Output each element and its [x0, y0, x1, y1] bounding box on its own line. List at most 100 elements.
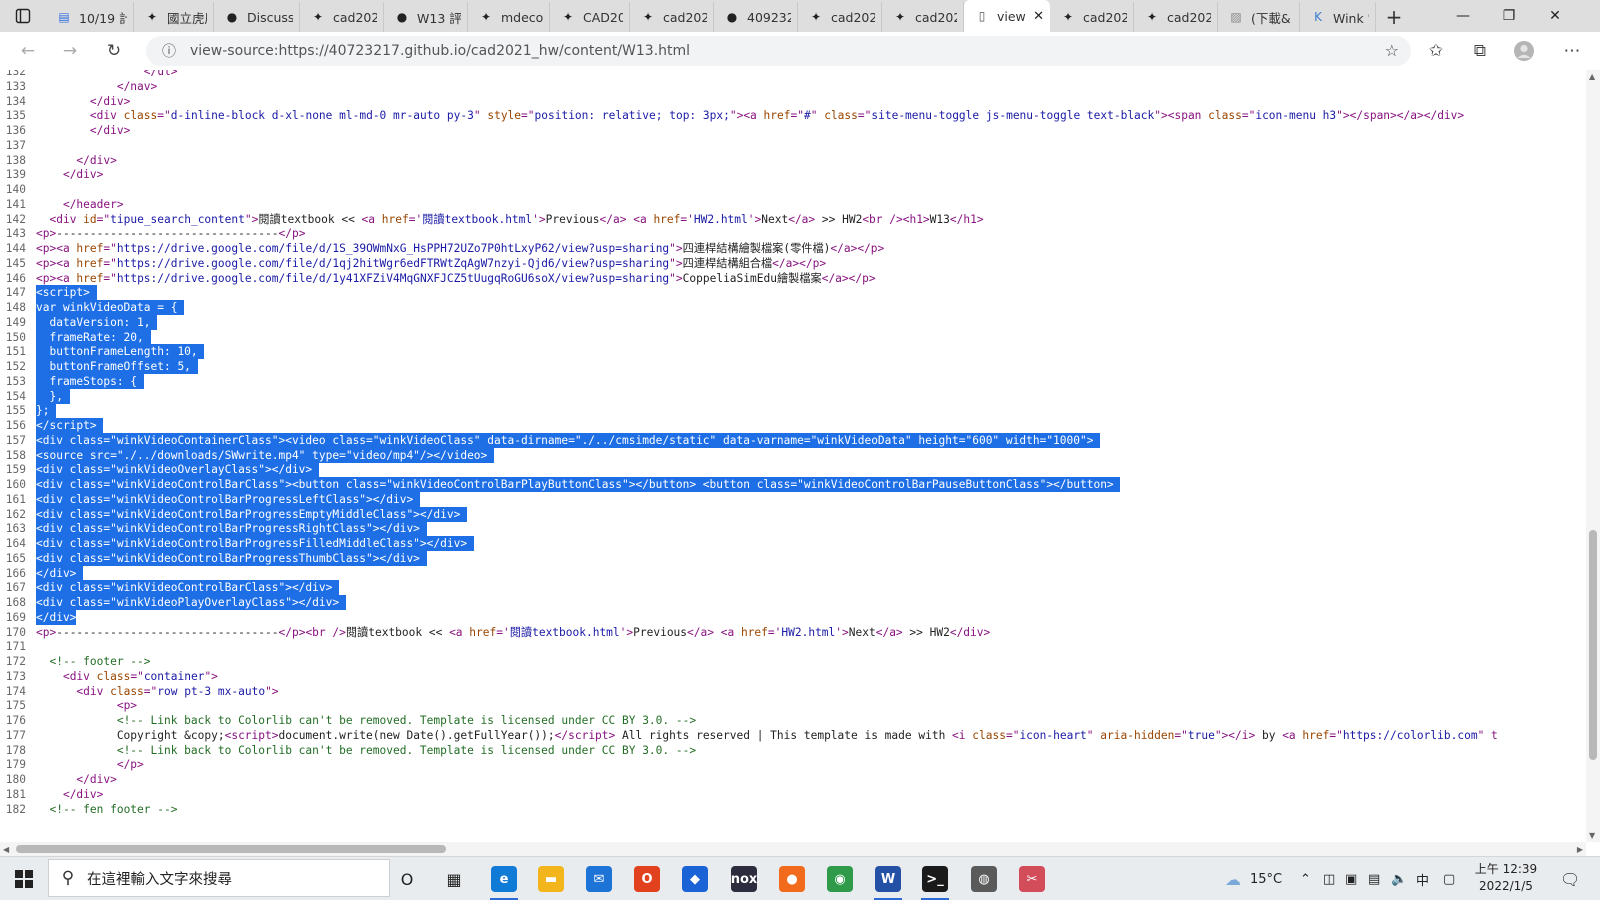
tab-15[interactable]: K Wink 電	[1300, 2, 1376, 32]
input-mode-icon[interactable]: ▢	[1443, 857, 1455, 901]
tab-actions-icon[interactable]	[0, 0, 46, 32]
source-line: 158 <source src="./../downloads/SWwrite.m…	[0, 447, 1586, 463]
scroll-right-icon[interactable]: ▶	[1577, 845, 1583, 854]
app-globe-taskbar-button[interactable]: ◍	[960, 857, 1008, 901]
add-favorite-icon[interactable]: ☆	[1385, 41, 1399, 60]
chrome-taskbar-button[interactable]: ◉	[816, 857, 864, 901]
word-icon: W	[875, 866, 901, 892]
more-options-icon[interactable]: ⋯	[1560, 39, 1584, 63]
terminal-taskbar-button[interactable]: >_	[911, 857, 959, 901]
clock-time: 上午 12:39	[1474, 862, 1538, 876]
notifications-icon[interactable]: 🗨	[1560, 857, 1580, 901]
close-window-icon[interactable]: ✕	[1532, 0, 1578, 32]
horizontal-scrollbar[interactable]: ◀ ▶	[0, 842, 1586, 856]
clock[interactable]: 上午 12:39 2022/1/5	[1470, 861, 1542, 895]
show-hidden-icons-icon[interactable]: ⌃	[1300, 857, 1311, 901]
line-number: 161	[5, 492, 26, 506]
tab-5[interactable]: ✦ mdecou	[468, 2, 550, 32]
vertical-scroll-thumb[interactable]	[1589, 530, 1597, 760]
source-line: 180 </div>	[0, 772, 1586, 787]
line-code: <div class="winkVideoContainerClass"><vi…	[36, 432, 1101, 448]
source-line: 154 },	[0, 388, 1586, 404]
line-code: <div class="winkVideoControlBarProgressE…	[36, 506, 468, 522]
line-code: buttonFrameOffset: 5,	[36, 359, 198, 374]
source-line: 177 Copyright &copy;<script>document.wri…	[0, 728, 1586, 743]
tab-9[interactable]: ✦ cad2021	[798, 2, 882, 32]
tab-10[interactable]: ✦ cad2021	[882, 2, 964, 32]
tab-6[interactable]: ✦ CAD202	[550, 2, 630, 32]
tab-2[interactable]: ● Discussi	[214, 2, 300, 32]
edge-taskbar-button[interactable]: e	[480, 857, 528, 901]
tab-0[interactable]: ▤ 10/19 計	[46, 2, 134, 32]
address-url[interactable]: view-source:https://40723217.github.io/c…	[190, 43, 690, 59]
line-number: 181	[5, 787, 26, 801]
tab-12[interactable]: ✦ cad2021	[1050, 2, 1134, 32]
network-icon[interactable]: ▣	[1345, 857, 1357, 901]
source-view[interactable]: 132 </ul> 133 </nav> 134 </div> 135 <div cl…	[0, 70, 1586, 842]
horizontal-scroll-thumb[interactable]	[16, 845, 446, 853]
scroll-down-icon[interactable]: ▼	[1589, 831, 1595, 840]
file-explorer-taskbar-button[interactable]: ▬	[527, 857, 575, 901]
address-bar[interactable]: ⓘ view-source:https://40723217.github.io…	[146, 36, 1411, 66]
tab-13[interactable]: ✦ cad2021	[1134, 2, 1218, 32]
weather-icon[interactable]: ☁	[1225, 857, 1241, 901]
task-view-taskbar-button[interactable]: O	[383, 857, 431, 901]
line-number: 147	[5, 286, 26, 300]
word-taskbar-button[interactable]: W	[864, 857, 912, 901]
reload-icon[interactable]: ↻	[102, 39, 126, 63]
source-line: 169 </div>	[0, 609, 1586, 625]
weather-temperature[interactable]: 15°C	[1250, 857, 1282, 901]
tab-1[interactable]: ✦ 國立虎尾	[134, 2, 214, 32]
line-code: buttonFrameLength: 10,	[36, 344, 205, 360]
widgets-taskbar-button[interactable]: ▦	[430, 857, 478, 901]
nox-taskbar-button[interactable]: nox	[720, 857, 768, 901]
source-line: 151 buttonFrameLength: 10,	[0, 344, 1586, 360]
tab-14[interactable]: ▨ (下載&	[1218, 2, 1300, 32]
cad-icon: ✦	[1146, 10, 1158, 24]
close-tab-icon[interactable]: ✕	[1033, 9, 1044, 24]
maximize-icon[interactable]: ❐	[1486, 0, 1532, 32]
taskbar-search-box[interactable]: ⚲ 在這裡輸入文字來搜尋	[48, 859, 390, 897]
display-icon[interactable]: ▤	[1368, 857, 1380, 901]
line-number: 150	[5, 330, 26, 344]
snipping-tool-taskbar-button[interactable]: ✂	[1008, 857, 1056, 901]
scroll-up-icon[interactable]: ▲	[1589, 72, 1595, 81]
vertical-scrollbar[interactable]: ▲ ▼	[1586, 70, 1600, 842]
profile-avatar[interactable]	[1512, 39, 1536, 63]
line-number: 136	[5, 124, 26, 137]
collections-icon[interactable]: ⧉	[1468, 39, 1492, 63]
volume-icon[interactable]: 🔈	[1391, 857, 1407, 901]
minimize-icon[interactable]: —	[1440, 0, 1486, 32]
office-taskbar-button[interactable]: O	[623, 857, 671, 901]
tab-8[interactable]: ● 4092324	[714, 2, 798, 32]
source-line: 136 </div>	[0, 123, 1586, 138]
new-tab-button[interactable]: +	[1376, 2, 1412, 32]
mail-taskbar-button[interactable]: ✉	[575, 857, 623, 901]
tab-label: W13 評	[417, 10, 461, 26]
windows-start-icon[interactable]	[0, 857, 48, 901]
tab-strip: ▤ 10/19 計 ✦ 國立虎尾 ● Discussi ✦ cad2021 ● W13 評 ✦ mde…	[0, 0, 1600, 32]
forward-icon[interactable]: →	[58, 39, 82, 63]
source-line: 133 </nav>	[0, 79, 1586, 94]
line-code: <!-- footer -->	[49, 655, 151, 668]
meet-now-icon[interactable]: ◫	[1323, 857, 1335, 901]
taskbar: ⚲ 在這裡輸入文字來搜尋 O ▦ e ▬ ✉ O ◆ nox ● ◉ W >_ ◍ ✂ ☁ 15°C ⌃ …	[0, 856, 1600, 900]
tab-4[interactable]: ● W13 評	[384, 2, 468, 32]
source-line: 142 <div id="tipue_search_content">閱讀tex…	[0, 212, 1586, 227]
ime-indicator[interactable]: 中	[1416, 857, 1429, 901]
line-number: 178	[5, 743, 26, 757]
source-line: 145 <p><a href="https://drive.google.com/…	[0, 256, 1586, 271]
tab-11[interactable]: ▯ view ✕	[964, 0, 1050, 32]
back-icon[interactable]: ←	[16, 39, 40, 63]
firefox-taskbar-button[interactable]: ●	[768, 857, 816, 901]
scroll-left-icon[interactable]: ◀	[3, 845, 9, 854]
tab-3[interactable]: ✦ cad2021	[300, 2, 384, 32]
doc-icon: ▤	[58, 10, 70, 24]
source-line: 140	[0, 182, 1586, 197]
site-info-icon[interactable]: ⓘ	[154, 41, 184, 61]
source-line: 134 </div>	[0, 94, 1586, 109]
favorites-icon[interactable]: ✩	[1424, 39, 1448, 63]
tab-7[interactable]: ✦ cad2021	[630, 2, 714, 32]
line-number: 146	[5, 271, 26, 285]
dropbox-taskbar-button[interactable]: ◆	[671, 857, 719, 901]
